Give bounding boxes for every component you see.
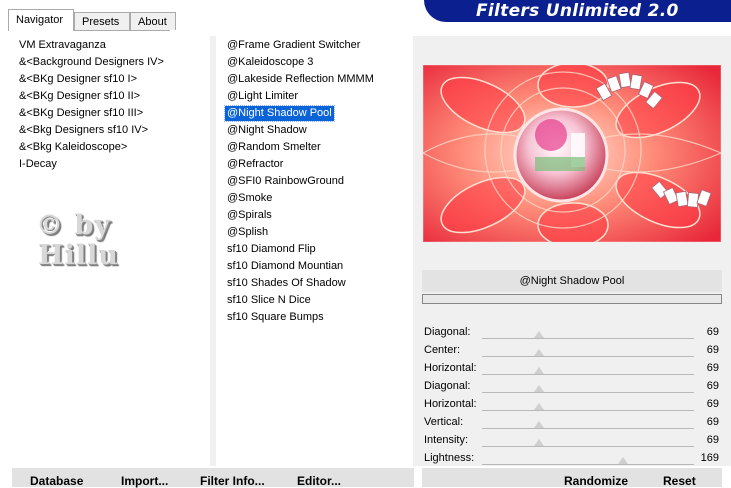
import-button[interactable]: Import...: [121, 474, 168, 488]
filter-item[interactable]: sf10 Slice N Dice: [225, 293, 313, 308]
param-row: Horizontal: 69: [422, 396, 722, 414]
param-slider-thumb[interactable]: [534, 349, 545, 356]
category-item[interactable]: &<BKg Designer sf10 II>: [17, 89, 142, 104]
param-value: 69: [706, 416, 719, 428]
filter-item[interactable]: @Night Shadow: [225, 123, 309, 138]
param-row: Intensity: 69: [422, 432, 722, 450]
category-item[interactable]: &<Bkg Designers sf10 IV>: [17, 123, 150, 138]
watermark-line-2: Hillu: [38, 240, 119, 271]
filter-item[interactable]: @Random Smelter: [225, 140, 323, 155]
filter-item[interactable]: @Splish: [225, 225, 270, 240]
param-label: Horizontal:: [424, 362, 477, 374]
filter-item[interactable]: @Light Limiter: [225, 89, 300, 104]
param-row: Lightness: 169: [422, 450, 722, 468]
filter-list[interactable]: @Frame Gradient Switcher @Kaleidoscope 3 @…: [219, 36, 412, 466]
filter-item[interactable]: sf10 Diamond Mountian: [225, 259, 345, 274]
tab-about[interactable]: About: [130, 12, 176, 30]
param-row: Center: 69: [422, 342, 722, 360]
param-label: Diagonal:: [424, 380, 471, 392]
filter-item[interactable]: @SFI0 RainbowGround: [225, 174, 346, 189]
tab-navigator[interactable]: Navigator: [8, 9, 74, 31]
param-slider-thumb[interactable]: [534, 331, 545, 338]
param-slider-track[interactable]: [482, 446, 694, 447]
database-button[interactable]: Database: [30, 474, 83, 488]
param-value: 169: [700, 452, 719, 464]
param-slider-thumb[interactable]: [617, 457, 628, 464]
filter-item[interactable]: @Lakeside Reflection MMMM: [225, 72, 376, 87]
filter-info-button[interactable]: Filter Info...: [200, 474, 265, 488]
editor-button[interactable]: Editor...: [297, 474, 341, 488]
param-label: Horizontal:: [424, 398, 477, 410]
app-title: Filters Unlimited 2.0: [476, 1, 679, 21]
filter-item[interactable]: sf10 Shades Of Shadow: [225, 276, 348, 291]
param-value: 69: [706, 398, 719, 410]
param-slider-track[interactable]: [482, 356, 694, 357]
param-slider-thumb[interactable]: [534, 385, 545, 392]
splitter-left[interactable]: [210, 36, 216, 466]
param-slider-thumb[interactable]: [534, 421, 545, 428]
current-filter-name: @Night Shadow Pool: [422, 270, 722, 292]
param-slider-thumb[interactable]: [534, 403, 545, 410]
param-label: Lightness:: [424, 452, 475, 464]
filter-item[interactable]: @Frame Gradient Switcher: [225, 38, 362, 53]
category-item[interactable]: &<BKg Designer sf10 I>: [17, 72, 139, 87]
param-value: 69: [706, 362, 719, 374]
category-item[interactable]: I-Decay: [17, 157, 59, 172]
filter-item[interactable]: @Refractor: [225, 157, 285, 172]
randomize-button[interactable]: Randomize: [564, 474, 628, 488]
param-row: Diagonal: 69: [422, 378, 722, 396]
param-value: 69: [706, 380, 719, 392]
filter-item-selected[interactable]: @Night Shadow Pool: [224, 105, 335, 122]
watermark-line-1: © by: [36, 210, 111, 241]
param-slider-track[interactable]: [482, 464, 694, 465]
progress-bar: [422, 294, 722, 304]
param-row: Diagonal: 69: [422, 324, 722, 342]
filter-item[interactable]: @Smoke: [225, 191, 274, 206]
param-slider-thumb[interactable]: [534, 367, 545, 374]
param-label: Diagonal:: [424, 326, 471, 338]
preview-image: [423, 65, 721, 242]
param-row: Vertical: 69: [422, 414, 722, 432]
param-slider-track[interactable]: [482, 338, 694, 339]
param-value: 69: [706, 326, 719, 338]
param-slider-track[interactable]: [482, 374, 694, 375]
tab-presets[interactable]: Presets: [74, 12, 130, 30]
category-item[interactable]: &<Bkg Kaleidoscope>: [17, 140, 129, 155]
category-item[interactable]: &<BKg Designer sf10 III>: [17, 106, 145, 121]
filter-item[interactable]: sf10 Diamond Flip: [225, 242, 318, 257]
param-slider-track[interactable]: [482, 410, 694, 411]
param-value: 69: [706, 434, 719, 446]
reset-button[interactable]: Reset: [663, 474, 696, 488]
preview-artwork: [423, 65, 721, 242]
param-slider-track[interactable]: [482, 428, 694, 429]
param-slider-thumb[interactable]: [534, 439, 545, 446]
category-item[interactable]: VM Extravaganza: [17, 38, 108, 53]
filter-item[interactable]: sf10 Square Bumps: [225, 310, 326, 325]
param-row: Horizontal: 69: [422, 360, 722, 378]
param-label: Intensity:: [424, 434, 469, 446]
param-label: Vertical:: [424, 416, 464, 428]
category-item[interactable]: &<Background Designers IV>: [17, 55, 166, 70]
param-value: 69: [706, 344, 719, 356]
filter-item[interactable]: @Spirals: [225, 208, 274, 223]
param-slider-track[interactable]: [482, 392, 694, 393]
param-label: Center:: [424, 344, 461, 356]
filter-item[interactable]: @Kaleidoscope 3: [225, 55, 315, 70]
